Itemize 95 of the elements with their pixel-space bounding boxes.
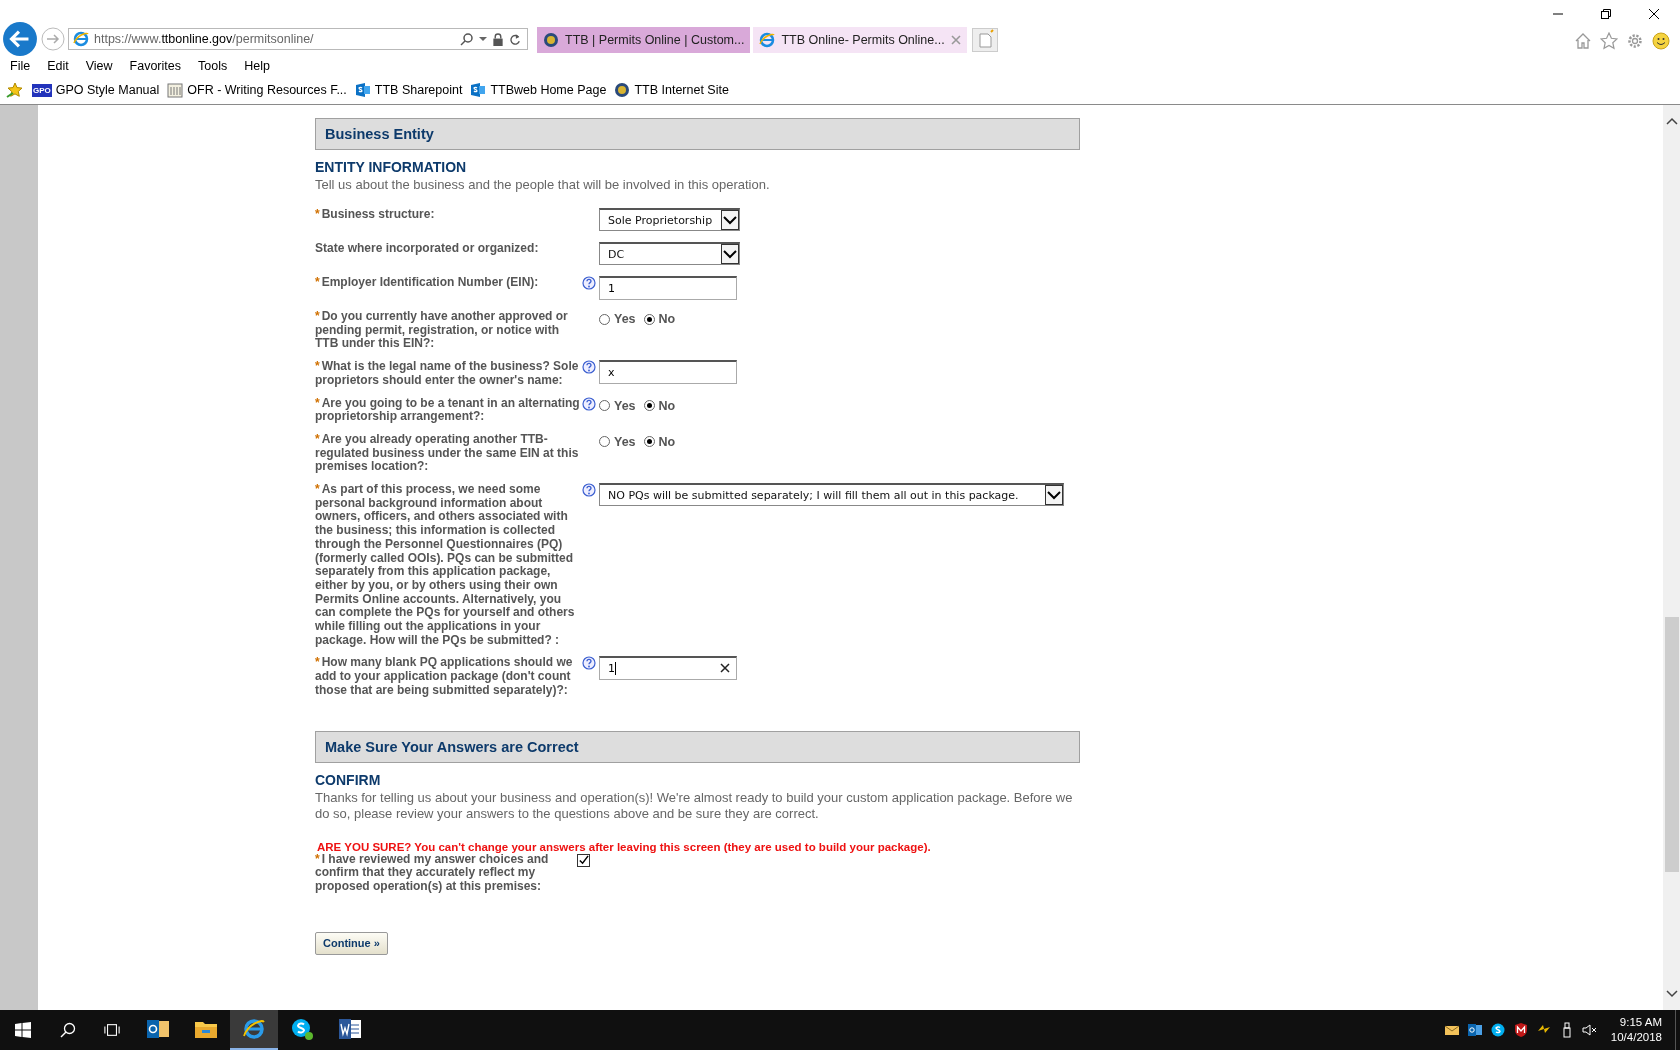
section-subheading: CONFIRM <box>315 771 382 788</box>
refresh-icon[interactable] <box>509 32 521 46</box>
back-button[interactable] <box>2 21 38 57</box>
browser-tab[interactable]: TTB Online- Permits Online... <box>753 27 967 53</box>
clock[interactable]: 9:15 AM 10/4/2018 <box>1610 1015 1668 1045</box>
favorites-star-icon[interactable] <box>6 81 24 99</box>
home-icon[interactable] <box>1574 32 1592 50</box>
favorite-link[interactable]: GPO GPO Style Manual <box>32 83 160 97</box>
question-label: * Are you going to be a tenant in an alternating proprietorship arrangement?: <box>315 396 581 424</box>
radio-option[interactable]: No <box>643 312 676 326</box>
building-icon <box>167 82 184 98</box>
radio-option[interactable]: Yes <box>599 312 636 326</box>
question-label: * As part of this process, we need some personal background information about owners, officers, and others associated with the business; this information is collected through the Personnel Questionnaires (PQ) (formerly called OOIs). PQs can be submitted separately from this application package, either by you, or by others using their own Permits Online accounts. Alternatively, you can complete the PQs for yourself and others while filling out the applications in your package. How will the PQs be submitted? : <box>315 483 576 648</box>
continue-button[interactable]: Continue » <box>315 931 388 955</box>
confirm-label: * I have reviewed my answer choices and confirm that they accurately reflect my proposed operation(s) at this premises: <box>315 852 550 894</box>
restore-button[interactable] <box>1600 8 1612 20</box>
confirm-checkbox[interactable] <box>577 853 590 867</box>
menu-item[interactable]: Favorites <box>129 59 181 73</box>
input-field[interactable]: 1 <box>599 276 737 300</box>
scroll-down-icon[interactable] <box>1665 990 1678 998</box>
seal-icon <box>614 82 631 98</box>
scrollbar[interactable] <box>1663 105 1680 1010</box>
star-icon[interactable] <box>1600 32 1618 50</box>
dropdown-caret-icon[interactable] <box>479 35 487 43</box>
dropdown[interactable]: DC <box>599 242 740 265</box>
menu-item[interactable]: Edit <box>47 59 69 73</box>
address-text: https://www.ttbonline.gov/permitsonline/ <box>94 32 315 46</box>
question-label: * Are you already operating another TTB-regulated business under the same EIN at this premises location?: <box>315 432 580 475</box>
favorite-link[interactable]: TTB Internet Site <box>614 82 729 98</box>
document-app-icon <box>338 1017 362 1041</box>
help-icon[interactable] <box>582 483 596 498</box>
radio-option[interactable]: Yes <box>599 398 636 413</box>
close-button[interactable] <box>1648 8 1660 20</box>
radio-button[interactable] <box>643 400 655 411</box>
scroll-up-icon[interactable] <box>1665 117 1678 125</box>
browser-logo-icon <box>73 31 89 47</box>
help-icon[interactable] <box>582 360 596 375</box>
question-label: * What is the legal name of the business? Sole proprietors should enter the owner's name: <box>315 360 580 388</box>
favorite-link[interactable]: TTBweb Home Page <box>470 82 607 98</box>
mail-app-icon[interactable] <box>1466 1022 1483 1038</box>
radio-button[interactable] <box>643 313 655 325</box>
mail-app-icon <box>146 1017 170 1041</box>
section-title: Make Sure Your Answers are Correct <box>325 738 579 755</box>
question-label: * Employer Identification Number (EIN): <box>315 276 540 291</box>
browser-logo-icon <box>759 32 776 48</box>
muted-speaker-icon[interactable] <box>1581 1022 1598 1038</box>
sharepoint-logo-icon <box>354 82 371 98</box>
question-label: * Do you currently have another approved or pending permit, registration, or notice with TTB under this EIN?: <box>315 310 569 352</box>
question-label: State where incorporated or organized: <box>315 242 540 257</box>
intro-text: Tell us about the business and the people that will be involved in this operation. <box>315 177 771 193</box>
question-label: * How many blank PQ applications should we add to your application package (don't count those that are being submitted separately)?: <box>315 656 574 698</box>
scroll-thumb[interactable] <box>1664 617 1679 872</box>
help-icon[interactable] <box>582 656 596 671</box>
menu-item[interactable]: Help <box>244 59 270 73</box>
smiley-icon[interactable] <box>1652 32 1670 50</box>
radio-option[interactable]: No <box>643 434 676 449</box>
dropdown[interactable]: NO PQs will be submitted separately; I will fill them all out in this package. <box>599 483 1064 507</box>
menu-item[interactable]: View <box>85 59 113 73</box>
tab-title: TTB Online- Permits Online... <box>781 33 945 47</box>
shield-icon[interactable] <box>1512 1022 1529 1038</box>
section-title: Business Entity <box>325 126 434 142</box>
intro-text: Thanks for telling us about your business and operation(s)! We're almost ready to build your custom application package. Before we do so, please review your answers to the questions above and be sure they are correct. <box>315 789 1074 822</box>
help-icon[interactable] <box>582 276 596 290</box>
search-icon[interactable] <box>460 32 474 46</box>
clock-date: 10/4/2018 <box>1610 1030 1662 1045</box>
clock-time: 9:15 AM <box>1619 1015 1662 1030</box>
radio-button[interactable] <box>599 436 610 448</box>
question-label: * Business structure: <box>315 208 436 223</box>
help-icon[interactable] <box>582 396 596 411</box>
radio-option[interactable]: No <box>643 398 676 413</box>
menu-item[interactable]: File <box>10 59 31 73</box>
menu-item[interactable]: Tools <box>198 59 228 73</box>
radio-button[interactable] <box>643 436 655 448</box>
browser-tab[interactable]: TTB | Permits Online | Custom... <box>537 27 751 53</box>
sharepoint-logo-icon <box>470 82 487 98</box>
radio-button[interactable] <box>599 313 610 325</box>
section-subheading: ENTITY INFORMATION <box>315 159 468 175</box>
favorite-link[interactable]: TTB Sharepoint <box>354 82 463 98</box>
chat-app-icon <box>290 1017 314 1041</box>
settings-icon[interactable] <box>1626 32 1644 50</box>
address-field[interactable]: https://www.ttbonline.gov/permitsonline/ <box>68 28 528 50</box>
lock-icon <box>492 32 504 46</box>
input-field[interactable]: 1 <box>599 656 737 681</box>
dropdown[interactable]: Sole Proprietorship <box>599 208 740 231</box>
radio-option[interactable]: Yes <box>599 434 636 449</box>
chat-app-icon[interactable] <box>1489 1022 1506 1038</box>
seal-icon <box>543 32 559 48</box>
gpo-logo-icon: GPO <box>32 83 52 97</box>
radio-button[interactable] <box>599 400 610 411</box>
clear-icon[interactable] <box>720 663 730 674</box>
warning-text: ARE YOU SURE? You can't change your answers after leaving this screen (they are used to build your package). <box>316 840 932 853</box>
favorite-link[interactable]: OFR - Writing Resources F... <box>167 82 347 98</box>
tab-title: TTB | Permits Online | Custom... <box>565 33 745 47</box>
input-field[interactable]: x <box>599 360 737 385</box>
browser-logo-icon <box>242 1017 266 1041</box>
